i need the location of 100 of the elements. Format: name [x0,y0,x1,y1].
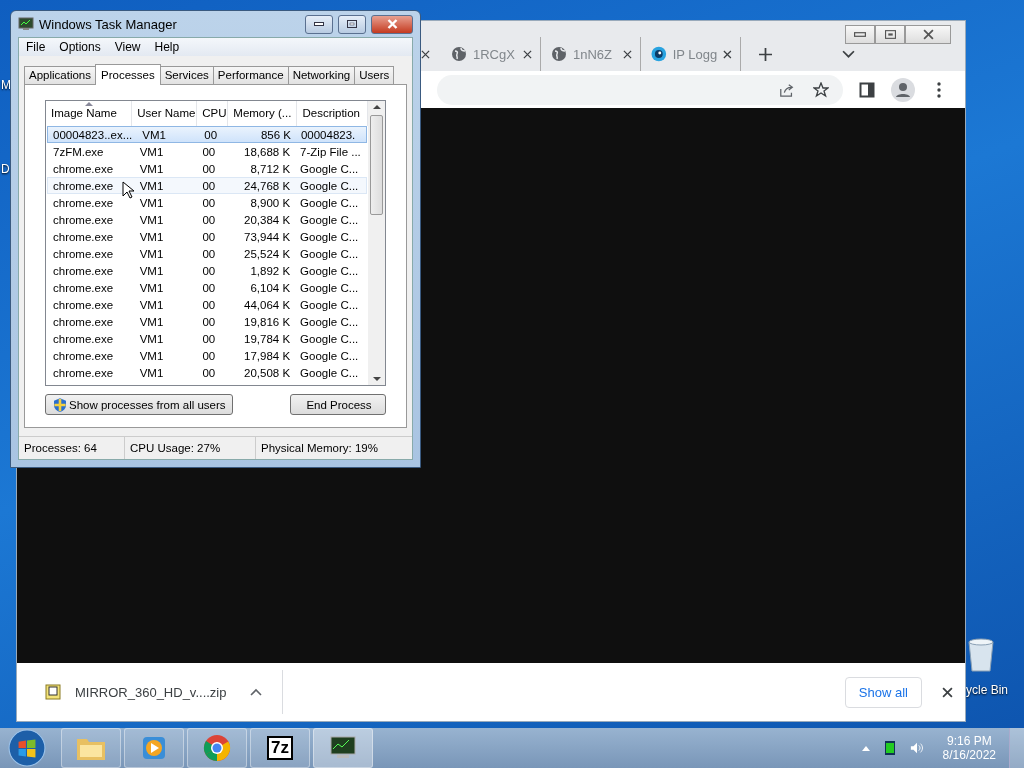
table-cell: 7-Zip File ... [300,145,361,158]
scroll-thumb[interactable] [370,115,384,215]
status-text: CPU Usage: 27% [125,437,256,459]
process-row[interactable]: chrome.exe VM1 00 17,984 K Google C... [47,347,368,364]
network-icon[interactable] [882,741,897,755]
process-row[interactable]: chrome.exe VM1 00 19,784 K Google C... [47,330,368,347]
show-hidden-icons-icon[interactable] [861,745,870,751]
table-cell: 00 [202,230,216,243]
tab-title: IP Logg [672,46,718,62]
status-text: Physical Memory: 19% [260,441,379,456]
table-cell: 00 [202,196,216,209]
process-row[interactable]: chrome.exe VM1 00 24,768 K Google C... [47,177,368,194]
table-cell: 00 [202,145,216,158]
table-cell: 00004823. [300,128,356,141]
process-row[interactable]: chrome.exe VM1 00 8,900 K Google C... [47,194,368,211]
table-cell: VM1 [139,247,164,260]
table-cell: chrome.exe [53,298,114,311]
minimize-icon [314,22,324,26]
download-item[interactable]: MIRROR_360_HD_v....zip [37,672,271,712]
process-row[interactable]: 00004823..ex... VM1 00 856 K 00004823. [47,126,368,143]
process-row[interactable]: chrome.exe VM1 00 20,508 K Google C... [47,364,368,381]
mouse-cursor-icon [122,181,134,199]
menu-item[interactable]: Help [147,40,187,54]
process-row[interactable]: chrome.exe VM1 00 6,104 K Google C... [47,279,368,296]
monitor-icon [18,17,34,31]
start-button[interactable] [8,729,46,767]
tab[interactable]: Performance [212,66,289,84]
close-button[interactable] [371,14,413,34]
taskbar-button[interactable]: 7z [250,728,310,768]
chevron-down-icon[interactable] [842,49,855,59]
play-icon [141,735,167,761]
table-cell: chrome.exe [53,315,114,328]
table-cell: 00004823..ex... [53,128,133,141]
table-cell: Google C... [300,247,359,260]
share-icon[interactable] [779,81,795,98]
close-icon[interactable] [623,49,632,59]
table-cell: Google C... [300,349,359,362]
table-cell: 00 [202,247,216,260]
end-process-button[interactable]: End Process [290,394,386,415]
plus-icon[interactable] [759,47,772,61]
table-cell: Google C... [300,213,359,226]
desktop-icon-label[interactable]: M [1,78,11,92]
star-icon[interactable] [813,81,829,98]
table-cell: 00 [202,349,216,362]
eye-icon [651,46,667,62]
table-cell: chrome.exe [53,162,114,175]
minimize-button[interactable] [845,25,875,44]
table-cell: VM1 [139,298,164,311]
menu-item[interactable]: View [107,40,148,54]
scroll-down-icon[interactable] [372,377,381,381]
table-cell: 8,712 K [250,162,291,175]
table-cell: 6,104 K [250,281,291,294]
tab[interactable]: Services [159,66,214,84]
maximize-icon [347,20,357,28]
table-cell: Google C... [300,298,359,311]
process-row[interactable]: chrome.exe VM1 00 25,524 K Google C... [47,245,368,262]
caret-icon[interactable] [250,688,263,696]
tab[interactable]: Networking [287,66,356,84]
shield-icon [54,397,66,412]
restore-button[interactable] [875,25,905,44]
process-row[interactable]: chrome.exe VM1 00 20,384 K Google C... [47,211,368,228]
desktop-icon-label[interactable]: D [1,162,11,176]
show-all-button[interactable]: Show all [844,676,922,708]
process-row[interactable]: chrome.exe VM1 00 8,712 K Google C... [47,160,368,177]
process-row[interactable]: chrome.exe VM1 00 44,064 K Google C... [47,296,368,313]
process-row[interactable]: 7zFM.exe VM1 00 18,688 K 7-Zip File ... [47,143,368,160]
process-row[interactable]: chrome.exe VM1 00 1,892 K Google C... [47,262,368,279]
maximize-button[interactable] [338,14,366,34]
menu-item[interactable]: Options [52,40,108,54]
table-cell: 00 [202,332,216,345]
tab[interactable]: Processes [95,64,161,85]
tab[interactable]: Users [354,66,395,84]
table-cell: 00 [202,213,216,226]
menu-item[interactable]: File [19,40,53,54]
table-cell: VM1 [139,179,164,192]
close-icon[interactable] [523,49,532,59]
profile-icon[interactable] [891,77,915,102]
download-filename: MIRROR_360_HD_v....zip [75,684,227,700]
taskbar-button[interactable] [313,728,373,768]
table-cell: Google C... [300,196,359,209]
volume-icon[interactable] [909,741,924,755]
close-button[interactable] [905,25,951,44]
minimize-icon [854,32,866,37]
table-cell: chrome.exe [53,230,114,243]
close-icon[interactable] [942,686,953,698]
table-cell: 00 [202,179,216,192]
close-icon[interactable] [421,49,430,59]
recycle-bin-label[interactable]: ycle Bin [966,683,1009,697]
table-cell: VM1 [139,213,164,226]
scrollbar[interactable] [368,101,385,385]
process-row[interactable]: chrome.exe VM1 00 19,816 K Google C... [47,313,368,330]
process-row[interactable]: chrome.exe VM1 00 73,944 K Google C... [47,228,368,245]
minimize-button[interactable] [305,14,333,34]
tab[interactable]: Applications [24,66,96,84]
table-cell: chrome.exe [53,281,114,294]
table-cell: 19,784 K [244,332,291,345]
side-panel-icon[interactable] [859,81,875,98]
show-all-users-button[interactable]: Show processes from all users [45,394,233,415]
table-cell: 25,524 K [244,247,291,260]
close-icon[interactable] [723,49,732,59]
